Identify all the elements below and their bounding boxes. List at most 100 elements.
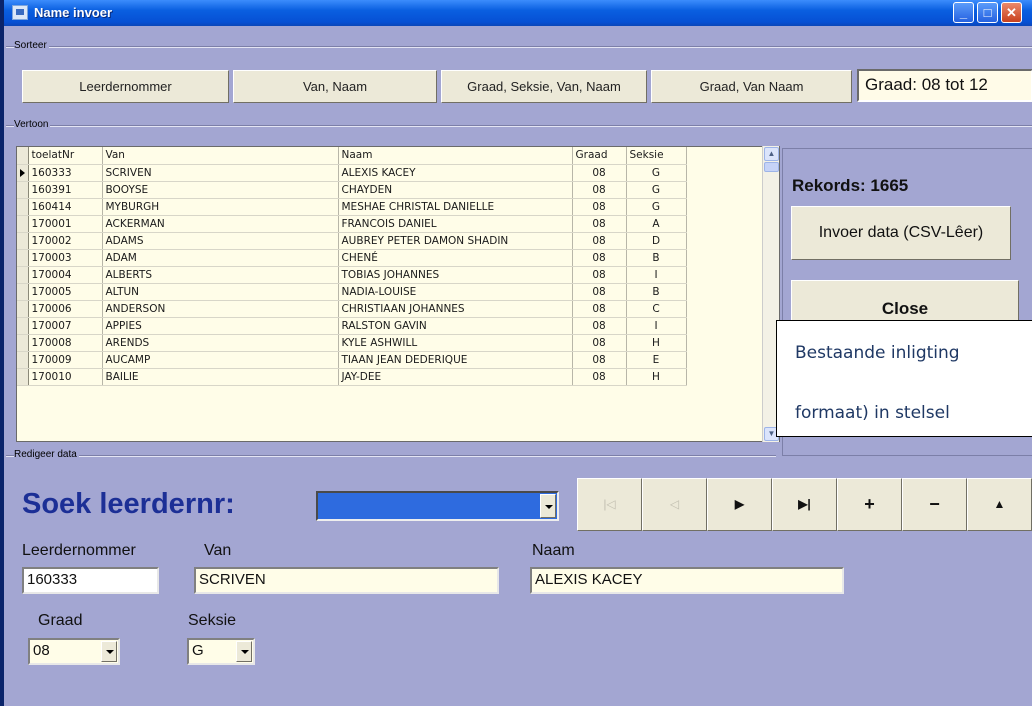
row-selector[interactable] <box>17 232 29 250</box>
table-row[interactable]: 170004 ALBERTS TOBIAS JOHANNES 08 I <box>17 266 687 284</box>
soek-dropdown-button[interactable] <box>540 494 556 518</box>
row-selector[interactable] <box>17 266 29 284</box>
cell-graad[interactable]: 08 <box>572 334 627 352</box>
row-selector[interactable] <box>17 181 29 199</box>
nav-first-button[interactable]: |◁ <box>577 478 642 531</box>
cell-toelatnr[interactable]: 170006 <box>28 300 103 318</box>
row-selector[interactable] <box>17 334 29 352</box>
cell-graad[interactable]: 08 <box>572 351 627 369</box>
cell-toelatnr[interactable]: 170010 <box>28 368 103 386</box>
nav-edit-button[interactable]: ▲ <box>967 478 1032 531</box>
graad-select[interactable]: 08 <box>28 638 120 665</box>
table-row[interactable]: 160391 BOOYSE CHAYDEN 08 G <box>17 181 687 199</box>
cell-graad[interactable]: 08 <box>572 368 627 386</box>
seksie-select[interactable]: G <box>187 638 255 665</box>
row-selector[interactable] <box>17 317 29 335</box>
cell-graad[interactable]: 08 <box>572 164 627 182</box>
cell-van[interactable]: ACKERMAN <box>102 215 339 233</box>
sort-van-naam-button[interactable]: Van, Naam <box>233 70 437 103</box>
cell-van[interactable]: ALBERTS <box>102 266 339 284</box>
cell-naam[interactable]: CHAYDEN <box>338 181 573 199</box>
van-field[interactable]: SCRIVEN <box>194 567 499 594</box>
cell-seksie[interactable]: A <box>626 215 687 233</box>
cell-toelatnr[interactable]: 160333 <box>28 164 103 182</box>
row-selector[interactable] <box>17 198 29 216</box>
cell-naam[interactable]: NADIA-LOUISE <box>338 283 573 301</box>
cell-van[interactable]: MYBURGH <box>102 198 339 216</box>
column-header-seksie[interactable]: Seksie <box>626 147 687 165</box>
table-row[interactable]: 170007 APPIES RALSTON GAVIN 08 I <box>17 317 687 335</box>
cell-toelatnr[interactable]: 170003 <box>28 249 103 267</box>
cell-toelatnr[interactable]: 170001 <box>28 215 103 233</box>
cell-van[interactable]: BAILIE <box>102 368 339 386</box>
cell-seksie[interactable]: C <box>626 300 687 318</box>
cell-toelatnr[interactable]: 170009 <box>28 351 103 369</box>
row-selector[interactable] <box>17 249 29 267</box>
soek-leerdernr-combobox[interactable] <box>316 491 559 521</box>
row-selector[interactable] <box>17 300 29 318</box>
cell-naam[interactable]: AUBREY PETER DAMON SHADIN <box>338 232 573 250</box>
cell-graad[interactable]: 08 <box>572 181 627 199</box>
table-row[interactable]: 170003 ADAM CHENÉ 08 B <box>17 249 687 267</box>
cell-van[interactable]: APPIES <box>102 317 339 335</box>
cell-van[interactable]: ADAM <box>102 249 339 267</box>
table-row[interactable]: 170005 ALTUN NADIA-LOUISE 08 B <box>17 283 687 301</box>
cell-van[interactable]: ANDERSON <box>102 300 339 318</box>
cell-naam[interactable]: ALEXIS KACEY <box>338 164 573 182</box>
cell-naam[interactable]: TOBIAS JOHANNES <box>338 266 573 284</box>
cell-seksie[interactable]: D <box>626 232 687 250</box>
cell-van[interactable]: ARENDS <box>102 334 339 352</box>
cell-graad[interactable]: 08 <box>572 249 627 267</box>
cell-naam[interactable]: JAY-DEE <box>338 368 573 386</box>
sort-graad-van-naam-button[interactable]: Graad, Van Naam <box>651 70 852 103</box>
title-bar[interactable]: Name invoer _ □ ✕ <box>4 0 1032 26</box>
nav-insert-button[interactable]: + <box>837 478 902 531</box>
cell-naam[interactable]: TIAAN JEAN DEDERIQUE <box>338 351 573 369</box>
sort-graad-seksie-van-naam-button[interactable]: Graad, Seksie, Van, Naam <box>441 70 647 103</box>
seksie-dropdown-button[interactable] <box>236 641 252 662</box>
table-row[interactable]: 170001 ACKERMAN FRANCOIS DANIEL 08 A <box>17 215 687 233</box>
sort-leerdernommer-button[interactable]: Leerdernommer <box>22 70 229 103</box>
cell-van[interactable]: BOOYSE <box>102 181 339 199</box>
column-header-naam[interactable]: Naam <box>338 147 573 165</box>
table-row[interactable]: 170008 ARENDS KYLE ASHWILL 08 H <box>17 334 687 352</box>
table-row[interactable]: 160414 MYBURGH MESHAE CHRISTAL DANIELLE 08 G <box>17 198 687 216</box>
cell-toelatnr[interactable]: 160414 <box>28 198 103 216</box>
table-row[interactable]: 170010 BAILIE JAY-DEE 08 H <box>17 368 687 386</box>
cell-van[interactable]: AUCAMP <box>102 351 339 369</box>
cell-van[interactable]: ALTUN <box>102 283 339 301</box>
cell-toelatnr[interactable]: 170008 <box>28 334 103 352</box>
cell-seksie[interactable]: G <box>626 181 687 199</box>
cell-seksie[interactable]: E <box>626 351 687 369</box>
cell-graad[interactable]: 08 <box>572 198 627 216</box>
table-row[interactable]: 170009 AUCAMP TIAAN JEAN DEDERIQUE 08 E <box>17 351 687 369</box>
cell-naam[interactable]: CHRISTIAAN JOHANNES <box>338 300 573 318</box>
cell-toelatnr[interactable]: 170004 <box>28 266 103 284</box>
cell-seksie[interactable]: B <box>626 249 687 267</box>
cell-seksie[interactable]: G <box>626 198 687 216</box>
naam-field[interactable]: ALEXIS KACEY <box>530 567 844 594</box>
leerdernommer-field[interactable]: 160333 <box>22 567 159 594</box>
cell-naam[interactable]: KYLE ASHWILL <box>338 334 573 352</box>
nav-delete-button[interactable]: − <box>902 478 967 531</box>
cell-toelatnr[interactable]: 170002 <box>28 232 103 250</box>
nav-prev-button[interactable]: ◁ <box>642 478 707 531</box>
cell-naam[interactable]: CHENÉ <box>338 249 573 267</box>
column-header-toelatnr[interactable]: toelatNr <box>28 147 103 165</box>
cell-toelatnr[interactable]: 170007 <box>28 317 103 335</box>
cell-graad[interactable]: 08 <box>572 215 627 233</box>
cell-graad[interactable]: 08 <box>572 300 627 318</box>
cell-naam[interactable]: RALSTON GAVIN <box>338 317 573 335</box>
cell-van[interactable]: ADAMS <box>102 232 339 250</box>
column-header-van[interactable]: Van <box>102 147 339 165</box>
cell-toelatnr[interactable]: 160391 <box>28 181 103 199</box>
cell-seksie[interactable]: B <box>626 283 687 301</box>
scroll-up-icon[interactable]: ▲ <box>764 147 779 161</box>
close-window-button[interactable]: ✕ <box>1001 2 1022 23</box>
cell-seksie[interactable]: H <box>626 334 687 352</box>
row-selector[interactable] <box>17 368 29 386</box>
minimize-button[interactable]: _ <box>953 2 974 23</box>
cell-seksie[interactable]: G <box>626 164 687 182</box>
cell-toelatnr[interactable]: 170005 <box>28 283 103 301</box>
row-selector[interactable] <box>17 215 29 233</box>
